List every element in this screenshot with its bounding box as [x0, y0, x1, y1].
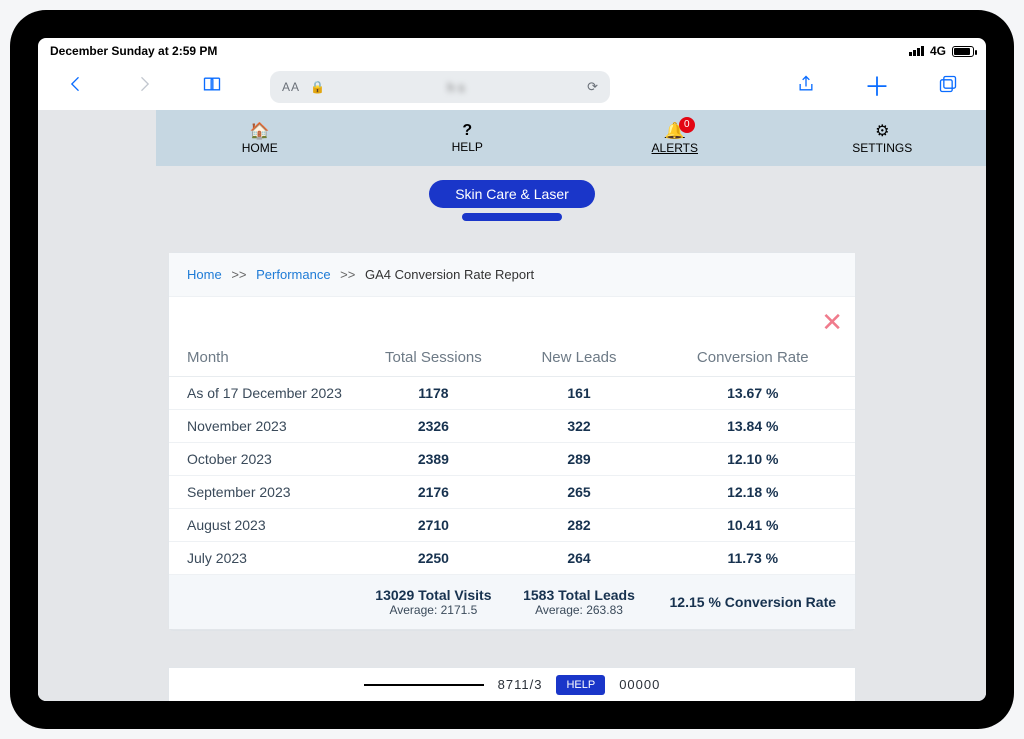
reload-icon[interactable]: ⟳ — [587, 79, 598, 95]
pill-text: Skin Care & Laser — [455, 186, 569, 202]
cell-rate: 11.73 % — [651, 542, 855, 575]
crumb-home[interactable]: Home — [187, 267, 222, 282]
bottom-bar: 8711/3 HELP 00000 — [168, 667, 856, 701]
cell-rate: 10.41 % — [651, 509, 855, 542]
cell-month: August 2023 — [169, 509, 359, 542]
cell-rate: 13.67 % — [651, 377, 855, 410]
bookmarks-icon[interactable] — [202, 74, 222, 100]
lock-icon: 🔒 — [310, 80, 325, 94]
nav-help-label: HELP — [452, 140, 483, 154]
footer-leads: 1583 Total Leads Average: 263.83 — [507, 575, 650, 630]
bottom-right-num: 00000 — [619, 677, 660, 692]
report-card: Home >> Performance >> GA4 Conversion Ra… — [168, 252, 856, 630]
cell-leads: 264 — [507, 542, 650, 575]
table-row: July 2023225026411.73 % — [169, 542, 855, 575]
help-button[interactable]: HELP — [556, 675, 605, 695]
bell-icon: 🔔 — [571, 121, 779, 141]
cell-leads: 161 — [507, 377, 650, 410]
cell-month: November 2023 — [169, 410, 359, 443]
business-pill-secondary[interactable] — [462, 213, 562, 221]
cell-month: September 2023 — [169, 476, 359, 509]
footer-rate: 12.15 % Conversion Rate — [651, 575, 855, 630]
business-pill-primary[interactable]: Skin Care & Laser — [429, 180, 595, 208]
url-bar[interactable]: AA 🔒 h s ⟳ — [270, 71, 610, 103]
forward-icon — [134, 74, 154, 100]
crumb-current: GA4 Conversion Rate Report — [365, 267, 534, 282]
tabs-icon[interactable] — [938, 74, 958, 100]
new-tab-icon[interactable]: ＋ — [864, 77, 890, 97]
col-month: Month — [169, 339, 359, 377]
breadcrumb: Home >> Performance >> GA4 Conversion Ra… — [169, 253, 855, 297]
cell-sessions: 2710 — [359, 509, 507, 542]
cell-sessions: 2250 — [359, 542, 507, 575]
col-sessions: Total Sessions — [359, 339, 507, 377]
cell-rate: 12.10 % — [651, 443, 855, 476]
close-icon[interactable]: ✕ — [821, 307, 843, 338]
report-table: Month Total Sessions New Leads Conversio… — [169, 339, 855, 629]
table-row: October 2023238928912.10 % — [169, 443, 855, 476]
nav-help[interactable]: ? HELP — [364, 122, 572, 154]
footer-visits: 13029 Total Visits Average: 2171.5 — [359, 575, 507, 630]
progress-line — [364, 684, 484, 686]
crumb-performance[interactable]: Performance — [256, 267, 330, 282]
nav-settings[interactable]: ⚙ SETTINGS — [779, 121, 987, 155]
cell-sessions: 2176 — [359, 476, 507, 509]
cell-month: July 2023 — [169, 542, 359, 575]
cell-leads: 265 — [507, 476, 650, 509]
cell-rate: 12.18 % — [651, 476, 855, 509]
cell-sessions: 1178 — [359, 377, 507, 410]
nav-home-label: HOME — [242, 141, 278, 155]
table-row: September 2023217626512.18 % — [169, 476, 855, 509]
home-icon: 🏠 — [156, 121, 364, 141]
cell-month: As of 17 December 2023 — [169, 377, 359, 410]
nav-settings-label: SETTINGS — [852, 141, 912, 155]
crumb-sep: >> — [334, 267, 361, 282]
cell-leads: 289 — [507, 443, 650, 476]
cell-month: October 2023 — [169, 443, 359, 476]
safari-toolbar: AA 🔒 h s ⟳ ＋ — [38, 64, 986, 110]
back-icon[interactable] — [66, 74, 86, 100]
help-icon: ? — [364, 122, 572, 140]
table-row: August 2023271028210.41 % — [169, 509, 855, 542]
cell-sessions: 2389 — [359, 443, 507, 476]
cell-sessions: 2326 — [359, 410, 507, 443]
bottom-left-num: 8711/3 — [498, 677, 543, 692]
col-leads: New Leads — [507, 339, 650, 377]
app-nav: 🏠 HOME ? HELP 🔔 0 ALERTS ⚙ SETTINGS — [156, 110, 986, 166]
battery-icon — [952, 46, 974, 57]
text-size-icon[interactable]: AA — [282, 80, 300, 94]
status-bar: December Sunday at 2:59 PM 4G — [38, 38, 986, 64]
nav-home[interactable]: 🏠 HOME — [156, 121, 364, 155]
status-datetime: December Sunday at 2:59 PM — [50, 44, 217, 58]
table-row: As of 17 December 2023117816113.67 % — [169, 377, 855, 410]
crumb-sep: >> — [225, 267, 252, 282]
url-domain: h s — [335, 80, 577, 95]
table-row: November 2023232632213.84 % — [169, 410, 855, 443]
nav-alerts-label: ALERTS — [652, 141, 698, 155]
cell-leads: 282 — [507, 509, 650, 542]
share-icon[interactable] — [796, 74, 816, 100]
gear-icon: ⚙ — [779, 121, 987, 141]
signal-bars-icon — [909, 46, 924, 56]
cell-rate: 13.84 % — [651, 410, 855, 443]
cell-leads: 322 — [507, 410, 650, 443]
col-rate: Conversion Rate — [651, 339, 855, 377]
nav-alerts[interactable]: 🔔 0 ALERTS — [571, 121, 779, 155]
alert-badge: 0 — [679, 117, 695, 133]
network-label: 4G — [930, 44, 946, 58]
